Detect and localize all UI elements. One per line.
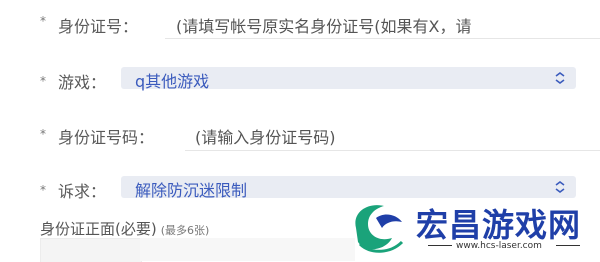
watermark-url: www.hcs-laser.com xyxy=(456,241,542,251)
game-select-value: q其他游戏 xyxy=(135,72,210,91)
required-mark: * xyxy=(40,183,46,197)
dragon-logo-icon xyxy=(355,205,404,253)
request-select[interactable]: 解除防沉迷限制 xyxy=(121,176,576,200)
id-number-input[interactable]: (请填写帐号原实名身份证号(如果有X，请 xyxy=(176,13,596,37)
required-mark: * xyxy=(40,127,46,141)
upload-title: 身份证正面(必要) (最多6张) xyxy=(40,218,209,239)
id-code-input[interactable]: (请输入身份证号码) xyxy=(195,124,585,148)
request-label: 诉求： xyxy=(58,182,107,201)
id-number-value: (请填写帐号原实名身份证号(如果有X，请 xyxy=(176,17,472,36)
id-number-label: 身份证号： xyxy=(58,17,139,36)
divider xyxy=(428,245,452,246)
watermark: 宏昌游戏网 www.hcs-laser.com xyxy=(346,196,600,261)
chevron-updown-icon xyxy=(555,72,565,84)
chevron-updown-icon xyxy=(555,181,565,193)
required-mark: * xyxy=(40,14,46,28)
upload-title-text: 身份证正面(必要) xyxy=(40,220,157,238)
divider xyxy=(185,150,600,151)
upload-hint: (最多6张) xyxy=(160,224,210,237)
id-code-label: 身份证号码： xyxy=(58,128,155,147)
id-code-placeholder: (请输入身份证号码) xyxy=(195,128,336,147)
upload-area xyxy=(140,238,355,261)
divider xyxy=(165,38,600,39)
game-label: 游戏： xyxy=(58,73,107,92)
request-select-value: 解除防沉迷限制 xyxy=(135,181,248,200)
watermark-title: 宏昌游戏网 xyxy=(416,206,582,244)
divider xyxy=(556,245,580,246)
upload-image-button[interactable] xyxy=(40,238,142,262)
game-select[interactable]: q其他游戏 xyxy=(121,67,576,91)
required-mark: * xyxy=(40,74,46,88)
